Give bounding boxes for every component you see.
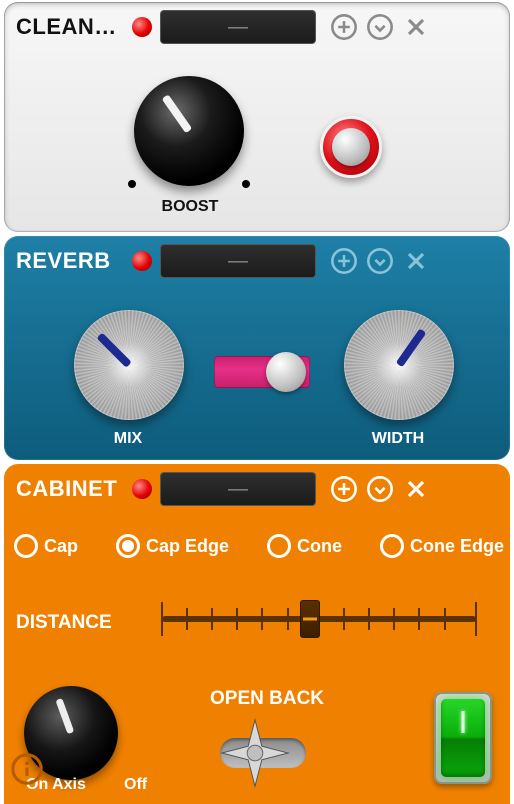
record-indicator[interactable] [132,17,152,37]
reverb-header: REVERB — [4,236,510,286]
radio-cone[interactable]: Cone [267,534,342,558]
radio-ring [116,534,140,558]
width-label: WIDTH [362,430,434,448]
cabinet-lcd[interactable]: — [160,472,316,506]
distance-slider[interactable] [162,596,476,642]
boost-label: BOOST [150,198,230,216]
boost-knob[interactable] [134,76,244,186]
mix-label: MIX [100,430,156,448]
cleanboost-header: CLEANB... — [4,2,510,52]
distance-slider-thumb[interactable] [300,600,320,638]
radio-label: Cone [297,536,342,557]
reverb-toggle[interactable] [214,356,310,388]
info-icon[interactable] [10,752,44,786]
radio-label: Cap Edge [146,536,229,557]
reverb-toggle-thumb [266,352,306,392]
reverb-title: REVERB [16,248,124,274]
close-icon[interactable] [401,12,431,42]
cabinet-header: CABINET — [4,464,510,514]
cleanboost-panel: CLEANB... — BOOST [4,2,510,232]
cabinet-panel: CABINET — Cap Cap Edge Cone Cone Edge [4,464,510,804]
radio-cap-edge[interactable]: Cap Edge [116,534,229,558]
power-switch-rocker [441,699,485,777]
radio-label: Cap [44,536,78,557]
mix-knob[interactable] [74,310,184,420]
add-icon[interactable] [329,246,359,276]
cabinet-title: CABINET [16,476,124,502]
radio-dot [122,540,134,552]
engage-button[interactable] [320,116,382,178]
reverb-lcd[interactable]: — [160,244,316,278]
collapse-icon[interactable] [365,12,395,42]
radio-label: Cone Edge [410,536,504,557]
radio-ring [380,534,404,558]
add-icon[interactable] [329,12,359,42]
add-icon[interactable] [329,474,359,504]
cleanboost-lcd[interactable]: — [160,10,316,44]
collapse-icon[interactable] [365,474,395,504]
power-switch[interactable] [434,692,492,784]
open-back-toggle[interactable] [220,716,306,790]
engage-button-cap [332,128,370,166]
close-icon[interactable] [401,246,431,276]
close-icon[interactable] [401,474,431,504]
width-knob[interactable] [344,310,454,420]
open-back-label: OPEN BACK [210,688,324,710]
width-knob-pointer [396,328,427,367]
axis-knob-pointer [55,698,74,734]
collapse-icon[interactable] [365,246,395,276]
record-indicator[interactable] [132,479,152,499]
cleanboost-title: CLEANB... [16,14,124,40]
boost-knob-pointer [162,94,193,133]
radio-ring [14,534,38,558]
axis-off-label: Off [124,776,147,794]
record-indicator[interactable] [132,251,152,271]
radio-ring [267,534,291,558]
reverb-panel: REVERB — MIX WIDTH [4,236,510,460]
distance-label: DISTANCE [16,612,112,634]
radio-cone-edge[interactable]: Cone Edge [380,534,504,558]
compass-star-icon [216,714,294,792]
mic-position-radios: Cap Cap Edge Cone Cone Edge [14,534,504,558]
radio-cap[interactable]: Cap [14,534,78,558]
mix-knob-pointer [96,332,131,367]
